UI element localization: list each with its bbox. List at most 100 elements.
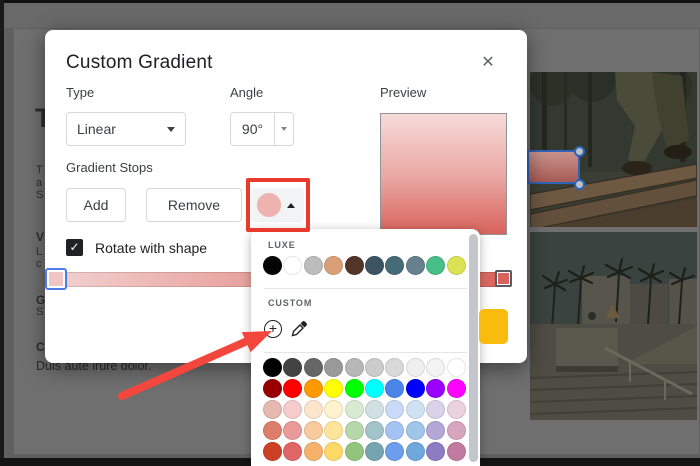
angle-caret-zone[interactable]: [275, 127, 293, 131]
color-swatch[interactable]: [344, 256, 364, 275]
remove-stop-button[interactable]: Remove: [146, 188, 242, 222]
color-swatch[interactable]: [283, 256, 303, 275]
color-swatch[interactable]: [405, 421, 425, 440]
color-swatch[interactable]: [405, 256, 425, 275]
color-swatch[interactable]: [303, 379, 323, 398]
color-swatch[interactable]: [324, 256, 344, 275]
selection-handle: [574, 179, 585, 190]
menu-scrollbar-thumb[interactable]: [469, 234, 478, 462]
color-swatch[interactable]: [405, 358, 425, 377]
color-swatch[interactable]: [263, 421, 282, 440]
color-swatch[interactable]: [446, 256, 466, 275]
annotation-arrow: [118, 331, 272, 400]
color-swatch[interactable]: [364, 442, 384, 461]
yellow-shape: [479, 309, 508, 344]
slide-text-fragment: S: [36, 306, 44, 318]
luxe-swatch-row: [263, 256, 467, 275]
color-swatch[interactable]: [405, 442, 425, 461]
palette-row: [263, 442, 467, 461]
chevron-down-icon: [167, 126, 175, 132]
gradient-preview: [380, 113, 507, 235]
slide-text-fragment: G: [36, 293, 46, 307]
color-swatch[interactable]: [364, 379, 384, 398]
type-select-value: Linear: [77, 121, 116, 137]
color-swatch[interactable]: [344, 442, 364, 461]
color-swatch[interactable]: [426, 379, 446, 398]
angle-select[interactable]: 90°: [230, 112, 294, 146]
rotate-with-shape-checkbox[interactable]: ✓: [66, 239, 83, 256]
color-swatch[interactable]: [426, 256, 446, 275]
color-swatch[interactable]: [324, 421, 344, 440]
dialog-title: Custom Gradient: [66, 52, 213, 73]
rotate-with-shape-label: Rotate with shape: [95, 240, 208, 256]
type-select[interactable]: Linear: [66, 112, 186, 146]
color-swatch[interactable]: [344, 421, 364, 440]
gradient-stop-handle-selected[interactable]: [45, 268, 67, 290]
color-swatch[interactable]: [324, 400, 344, 419]
color-swatch[interactable]: [324, 358, 344, 377]
left-border: [0, 0, 4, 466]
gradient-stops-label: Gradient Stops: [66, 160, 153, 175]
color-swatch[interactable]: [405, 379, 425, 398]
color-swatch[interactable]: [385, 358, 405, 377]
angle-label: Angle: [230, 85, 264, 100]
menu-divider: [264, 288, 467, 289]
annotation-highlight-rectangle: [246, 178, 310, 232]
color-swatch[interactable]: [426, 442, 446, 461]
color-swatch[interactable]: [263, 442, 282, 461]
color-swatch[interactable]: [364, 256, 384, 275]
color-swatch[interactable]: [283, 442, 303, 461]
add-stop-button[interactable]: Add: [66, 188, 126, 222]
screenshot-stage: T T a S V L c G S C Duis aute irure dolo…: [0, 0, 700, 466]
angle-select-value: 90°: [231, 113, 275, 145]
color-swatch[interactable]: [446, 379, 466, 398]
color-swatch[interactable]: [446, 421, 466, 440]
palette-row: [263, 421, 467, 440]
close-icon[interactable]: ✕: [477, 52, 499, 74]
slide-photo-palm-skatepark: [530, 232, 697, 420]
color-swatch[interactable]: [385, 442, 405, 461]
color-swatch[interactable]: [385, 379, 405, 398]
color-swatch[interactable]: [385, 256, 405, 275]
slide-text-fragment: V: [36, 230, 45, 244]
color-swatch[interactable]: [385, 421, 405, 440]
color-swatch[interactable]: [303, 358, 323, 377]
preview-label: Preview: [380, 85, 427, 100]
slide-text-fragment: L: [36, 246, 43, 258]
color-swatch[interactable]: [426, 358, 446, 377]
top-border: [0, 0, 700, 3]
color-swatch[interactable]: [344, 358, 364, 377]
stop-fill: [498, 273, 509, 284]
color-swatch[interactable]: [303, 256, 323, 275]
color-swatch[interactable]: [446, 358, 466, 377]
color-swatch[interactable]: [446, 400, 466, 419]
color-swatch[interactable]: [324, 379, 344, 398]
chevron-down-icon: [281, 127, 287, 131]
browser-chrome-strip: [4, 3, 700, 28]
color-swatch[interactable]: [364, 421, 384, 440]
color-swatch[interactable]: [344, 379, 364, 398]
color-swatch[interactable]: [364, 358, 384, 377]
color-swatch[interactable]: [446, 442, 466, 461]
color-swatch[interactable]: [263, 256, 282, 275]
slide-text-fragment: S: [36, 189, 44, 201]
color-swatch[interactable]: [344, 400, 364, 419]
slide-text-fragment: T: [36, 164, 43, 176]
color-swatch[interactable]: [283, 421, 303, 440]
luxe-section-label: LUXE: [268, 240, 296, 250]
color-swatch[interactable]: [324, 442, 344, 461]
gradient-stop-handle-end[interactable]: [495, 270, 512, 287]
slide-text-fragment: c: [36, 258, 42, 270]
color-swatch[interactable]: [405, 400, 425, 419]
color-swatch[interactable]: [303, 442, 323, 461]
color-swatch[interactable]: [385, 400, 405, 419]
custom-section-label: CUSTOM: [268, 298, 313, 308]
color-swatch[interactable]: [364, 400, 384, 419]
color-swatch[interactable]: [303, 421, 323, 440]
selection-handle: [574, 146, 585, 157]
color-swatch[interactable]: [426, 421, 446, 440]
color-swatch[interactable]: [426, 400, 446, 419]
selected-gradient-shape: [527, 150, 580, 184]
slide-text-fragment: a: [36, 177, 43, 189]
color-swatch[interactable]: [303, 400, 323, 419]
